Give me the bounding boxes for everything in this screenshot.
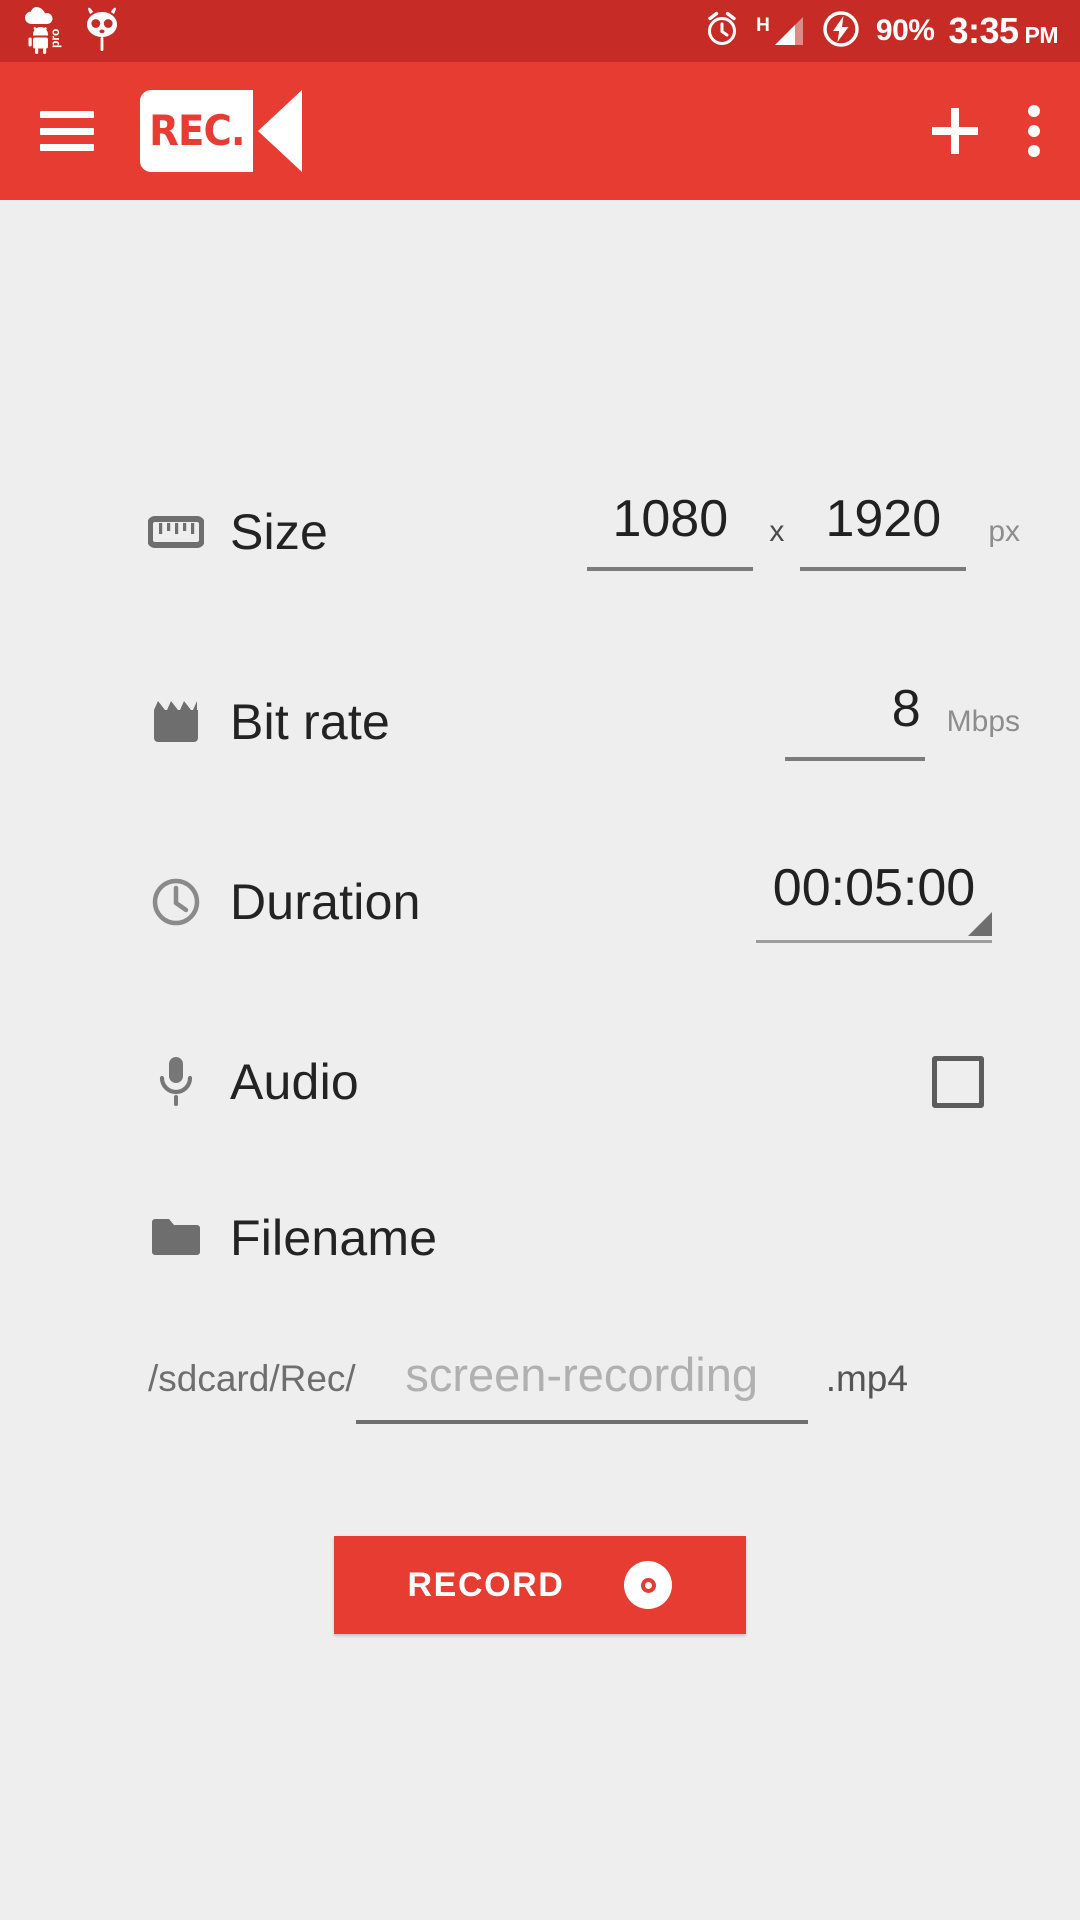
setting-label-audio: Audio [230,1054,359,1110]
network-type-label: H [756,15,770,36]
overflow-dot [1028,145,1040,157]
ruler-icon [148,510,204,554]
dropdown-triangle-icon [968,911,992,936]
plus-icon[interactable] [932,108,978,154]
overflow-dot [1028,125,1040,137]
alarm-clock-icon [702,9,742,54]
setting-row-size: Size 1080 x 1920 px [0,432,1080,632]
cyanogenmod-icon [82,4,122,59]
bitrate-value: 8 [891,680,921,738]
setting-label-duration: Duration [230,874,421,930]
overflow-menu-icon[interactable] [1028,105,1040,157]
overflow-dot [1028,105,1040,117]
size-width-value: 1080 [612,490,729,548]
status-bar-system-icons: H 90% 3:35 PM [702,8,1058,55]
record-dot-inner [640,1577,656,1593]
record-dot-icon [624,1561,673,1609]
setting-label-size: Size [230,504,329,560]
size-width-input[interactable]: 1080 [587,490,754,571]
clock-icon [148,876,204,928]
app-logo-text: REC. [148,106,245,155]
clapperboard-icon [148,696,204,748]
setting-row-audio: Audio [0,992,1080,1172]
app-bar: REC. [0,62,1080,200]
audio-checkbox[interactable] [932,1056,984,1108]
record-button-label: RECORD [407,1565,565,1604]
bitrate-input[interactable]: 8 [784,680,925,761]
camera-lens-icon [258,90,302,172]
bitrate-unit-label: Mbps [946,705,1020,738]
settings-content: Size 1080 x 1920 px Bit rate 8 Mbps Dura… [0,432,1080,1634]
hamburger-bar [40,144,94,151]
app-logo: REC. [140,90,302,172]
filename-prefix: /sdcard/Rec/ [148,1358,356,1400]
cloud-android-pro-icon: pro [22,4,64,59]
app-bar-actions [932,105,1040,157]
clock-time: 3:35 [948,10,1019,51]
status-bar-notification-icons: pro [22,4,122,59]
size-height-value: 1920 [825,490,942,548]
status-bar-clock: 3:35 PM [948,13,1058,49]
size-height-input[interactable]: 1920 [800,490,967,571]
filename-placeholder: screen-recording [405,1348,759,1401]
record-button-container: RECORD [0,1536,1080,1634]
clock-ampm: PM [1024,22,1059,48]
record-button[interactable]: RECORD [334,1536,746,1634]
duration-value: 00:05:00 [772,858,976,917]
signal-bars-icon: H [756,14,806,48]
hamburger-bar [40,127,94,135]
svg-text:pro: pro [48,28,62,47]
filename-suffix: .mp4 [825,1358,908,1400]
hamburger-menu-icon[interactable] [40,111,94,151]
charging-bolt-icon [820,8,862,55]
filename-input[interactable]: screen-recording [355,1348,808,1424]
size-separator: x [769,515,785,548]
battery-percentage: 90% [875,14,935,47]
microphone-icon [148,1054,204,1110]
setting-label-bitrate: Bit rate [230,694,390,750]
filename-path-row: /sdcard/Rec/ screen-recording .mp4 [0,1304,1080,1424]
setting-label-filename: Filename [230,1210,438,1266]
setting-row-duration: Duration 00:05:00 [0,812,1080,992]
size-unit-label: px [988,515,1020,548]
folder-icon [148,1216,204,1260]
hamburger-bar [40,111,94,118]
status-bar: pro H 90% 3:35 PM [0,0,1080,62]
setting-row-filename: Filename [0,1172,1080,1304]
app-logo-body: REC. [140,90,253,172]
duration-spinner[interactable]: 00:05:00 [756,862,992,943]
setting-row-bitrate: Bit rate 8 Mbps [0,632,1080,812]
